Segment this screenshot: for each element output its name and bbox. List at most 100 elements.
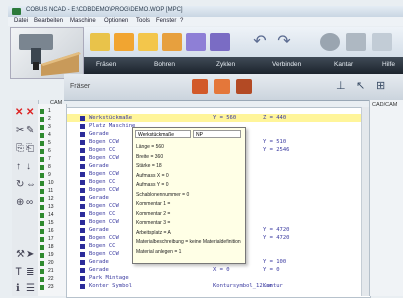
line-row[interactable]: 8 — [40, 164, 66, 172]
mode-label: Fräser — [70, 83, 91, 90]
grid-icon[interactable]: ⊞ — [376, 79, 388, 94]
menu-help[interactable]: ? — [180, 18, 183, 24]
tab-verbinden[interactable]: Verbinden — [272, 61, 301, 68]
line-row[interactable]: 2 — [40, 116, 66, 124]
open-icon[interactable] — [114, 33, 134, 51]
line-row[interactable]: 13 — [40, 204, 66, 212]
menu-fenster[interactable]: Fenster — [156, 18, 176, 24]
mirror-icon[interactable]: ⇔ — [26, 180, 36, 190]
save-as-icon[interactable] — [210, 33, 230, 51]
settings-icon[interactable] — [320, 33, 340, 51]
line-number: 2 — [48, 116, 51, 122]
line-row[interactable]: 19 — [40, 252, 66, 260]
menu-optionen[interactable]: Optionen — [104, 18, 128, 24]
move-up-icon[interactable]: ↑ — [16, 162, 21, 172]
cadcam-label: CAD/CAM — [372, 102, 398, 108]
cut-icon[interactable]: ✂ — [16, 126, 24, 136]
line-row[interactable]: 18 — [40, 244, 66, 252]
move-down-icon[interactable]: ↓ — [26, 162, 31, 172]
mill-tool-icon[interactable] — [192, 79, 208, 94]
list-icon[interactable]: ☰ — [26, 284, 35, 294]
menu-tools[interactable]: Tools — [136, 18, 150, 24]
tab-fraesen[interactable]: Fräsen — [96, 61, 116, 68]
line-row[interactable]: 20 — [40, 260, 66, 268]
redo-icon[interactable]: ↷ — [274, 33, 294, 51]
delete-icon[interactable]: ✕ — [15, 108, 23, 118]
arrow-icon[interactable]: ➤ — [26, 250, 34, 260]
line-number-panel: CAM 1 2 3 4 5 6 7 8 9 10 11 12 13 14 15 16 17 18 19 20 21 22 2… — [38, 100, 67, 296]
line-row[interactable]: 4 — [40, 132, 66, 140]
line-row[interactable]: 11 — [40, 188, 66, 196]
text-icon[interactable]: Ꭲ — [16, 268, 22, 278]
line-row[interactable]: 14 — [40, 212, 66, 220]
measure-icon[interactable]: ⊥ — [336, 79, 348, 94]
line-row[interactable]: 23 — [40, 284, 66, 292]
tooltip-property: Aufmass Y = 0 — [136, 182, 169, 188]
line-row[interactable]: 1 — [40, 108, 66, 116]
block-icon — [80, 132, 85, 137]
block-icon — [80, 196, 85, 201]
code-command: Bogen CC — [89, 211, 116, 217]
tool-icon[interactable] — [346, 33, 366, 51]
edit-icon[interactable] — [162, 33, 182, 51]
code-line[interactable]: Konter Symbol Kontursymbol_12.sm Kontur — [67, 282, 370, 290]
code-command: Bogen CCW — [89, 155, 119, 161]
line-marker-icon — [40, 253, 44, 258]
menu-datei[interactable]: Datei — [14, 18, 28, 24]
line-row[interactable]: 3 — [40, 124, 66, 132]
block-icon — [80, 188, 85, 193]
line-row[interactable]: 9 — [40, 172, 66, 180]
code-command: Bogen CCW — [89, 219, 119, 225]
delete-all-icon[interactable]: ✕ — [26, 108, 34, 118]
tooltip-property: Stärke = 18 — [136, 163, 162, 169]
code-command: Bogen CCW — [89, 235, 119, 241]
line-row[interactable]: 7 — [40, 156, 66, 164]
layers-icon[interactable]: ≣ — [26, 268, 34, 278]
tooltip-property: Material anlegen = 1 — [136, 248, 182, 255]
tab-bohren[interactable]: Bohren — [154, 61, 175, 68]
wrench-icon[interactable]: ⚒ — [16, 250, 25, 260]
line-number: 9 — [48, 172, 51, 178]
code-line[interactable]: Park Mintage — [67, 274, 370, 282]
code-command: Park Mintage — [89, 275, 129, 281]
line-row[interactable]: 22 — [40, 276, 66, 284]
line-row[interactable]: 12 — [40, 196, 66, 204]
code-param: Y = 510 — [263, 139, 287, 145]
left-toolbar: ✕ ✕ ✂ ✎ ⎘ ⎗ ↑ ↓ ↻ ⇔ ⊕ ∞ ⚒ ➤ Ꭲ ≣ ℹ ☰ — [12, 100, 39, 296]
link-icon[interactable]: ∞ — [26, 198, 33, 208]
pointer-icon[interactable]: ↖ — [356, 79, 368, 94]
rotate-icon[interactable]: ↻ — [16, 180, 24, 190]
tab-zyklen[interactable]: Zyklen — [216, 61, 235, 68]
line-number: 11 — [48, 188, 54, 194]
menu-maschine[interactable]: Maschine — [70, 18, 96, 24]
line-row[interactable]: 6 — [40, 148, 66, 156]
code-line[interactable]: Werkstückmaße Y = 560 Z = 440 — [67, 114, 370, 122]
tab-hilfe[interactable]: Hilfe — [382, 61, 395, 68]
paste-icon[interactable]: ⎗ — [26, 144, 34, 154]
info-icon[interactable]: ℹ — [16, 284, 20, 294]
zoom-icon[interactable]: ⊕ — [16, 198, 24, 208]
save-icon[interactable] — [186, 33, 206, 51]
line-row[interactable]: 15 — [40, 220, 66, 228]
undo-icon[interactable]: ↶ — [250, 33, 270, 51]
code-command: Bogen CCW — [89, 251, 119, 257]
tab-kantar[interactable]: Kantar — [334, 61, 353, 68]
more-icon[interactable] — [372, 33, 392, 51]
line-marker-icon — [40, 157, 44, 162]
new-folder-icon[interactable] — [138, 33, 158, 51]
menu-bearbeiten[interactable]: Bearbeiten — [34, 18, 63, 24]
drill-tool-icon[interactable] — [214, 79, 230, 94]
saw-tool-icon[interactable] — [236, 79, 252, 94]
code-command: Gerade — [89, 195, 109, 201]
block-icon — [80, 156, 85, 161]
pencil-icon[interactable]: ✎ — [26, 126, 34, 136]
line-row[interactable]: 16 — [40, 228, 66, 236]
line-row[interactable]: 21 — [40, 268, 66, 276]
folder-icon[interactable] — [90, 33, 110, 51]
copy-icon[interactable]: ⎘ — [16, 144, 24, 154]
line-number: 21 — [48, 268, 54, 274]
code-line[interactable]: Gerade X = 0 Y = 0 — [67, 266, 370, 274]
line-row[interactable]: 5 — [40, 140, 66, 148]
line-row[interactable]: 10 — [40, 180, 66, 188]
line-row[interactable]: 17 — [40, 236, 66, 244]
